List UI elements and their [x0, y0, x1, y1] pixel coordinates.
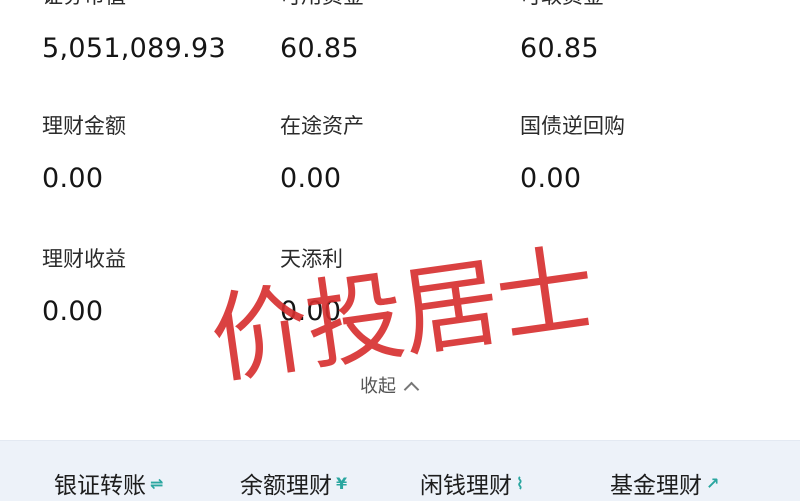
- balance-wealth-button[interactable]: 余额理财 ¥: [240, 465, 347, 501]
- bank-securities-transfer-button[interactable]: 银证转账 ⇌: [54, 465, 163, 501]
- metric-value: 0.00: [520, 163, 582, 194]
- action-label: 基金理财: [610, 473, 702, 499]
- metric-label: 天添利: [280, 247, 343, 271]
- idle-money-wealth-button[interactable]: 闲钱理财 ⌇: [420, 465, 524, 501]
- account-assets-screen: 证券市值 5,051,089.93 可用资金 60.85 可取资金 60.85 …: [0, 0, 800, 501]
- metric-value: 5,051,089.93: [42, 33, 226, 64]
- collapse-toggle[interactable]: 收起: [360, 372, 420, 398]
- chevron-up-icon: [403, 381, 420, 398]
- metric-label: 国债逆回购: [520, 114, 625, 138]
- metric-label: 可用资金: [280, 0, 364, 10]
- metric-value: 0.00: [42, 296, 104, 327]
- metric-label: 证券市值: [42, 0, 126, 10]
- metric-value: 0.00: [280, 296, 342, 327]
- fund-wealth-button[interactable]: 基金理财 ↗: [610, 465, 719, 501]
- asset-metrics-grid: 证券市值 5,051,089.93 可用资金 60.85 可取资金 60.85 …: [0, 0, 800, 440]
- metric-label: 在途资产: [280, 114, 364, 138]
- chart-icon: ⌇: [516, 473, 524, 493]
- metric-label: 理财收益: [42, 247, 126, 271]
- metric-value: 0.00: [42, 163, 104, 194]
- action-label: 闲钱理财: [420, 473, 512, 499]
- metric-value: 60.85: [280, 33, 359, 64]
- metric-label: 可取资金: [520, 0, 604, 10]
- action-label: 余额理财: [240, 473, 332, 499]
- yen-icon: ¥: [336, 473, 348, 493]
- metric-value: 60.85: [520, 33, 599, 64]
- metric-label: 理财金额: [42, 114, 126, 138]
- quick-action-bar: 银证转账 ⇌ 余额理财 ¥ 闲钱理财 ⌇ 基金理财 ↗: [0, 440, 800, 501]
- trend-icon: ↗: [706, 473, 720, 493]
- transfer-icon: ⇌: [150, 473, 164, 493]
- action-label: 银证转账: [54, 473, 146, 499]
- metric-value: 0.00: [280, 163, 342, 194]
- collapse-label: 收起: [360, 376, 396, 397]
